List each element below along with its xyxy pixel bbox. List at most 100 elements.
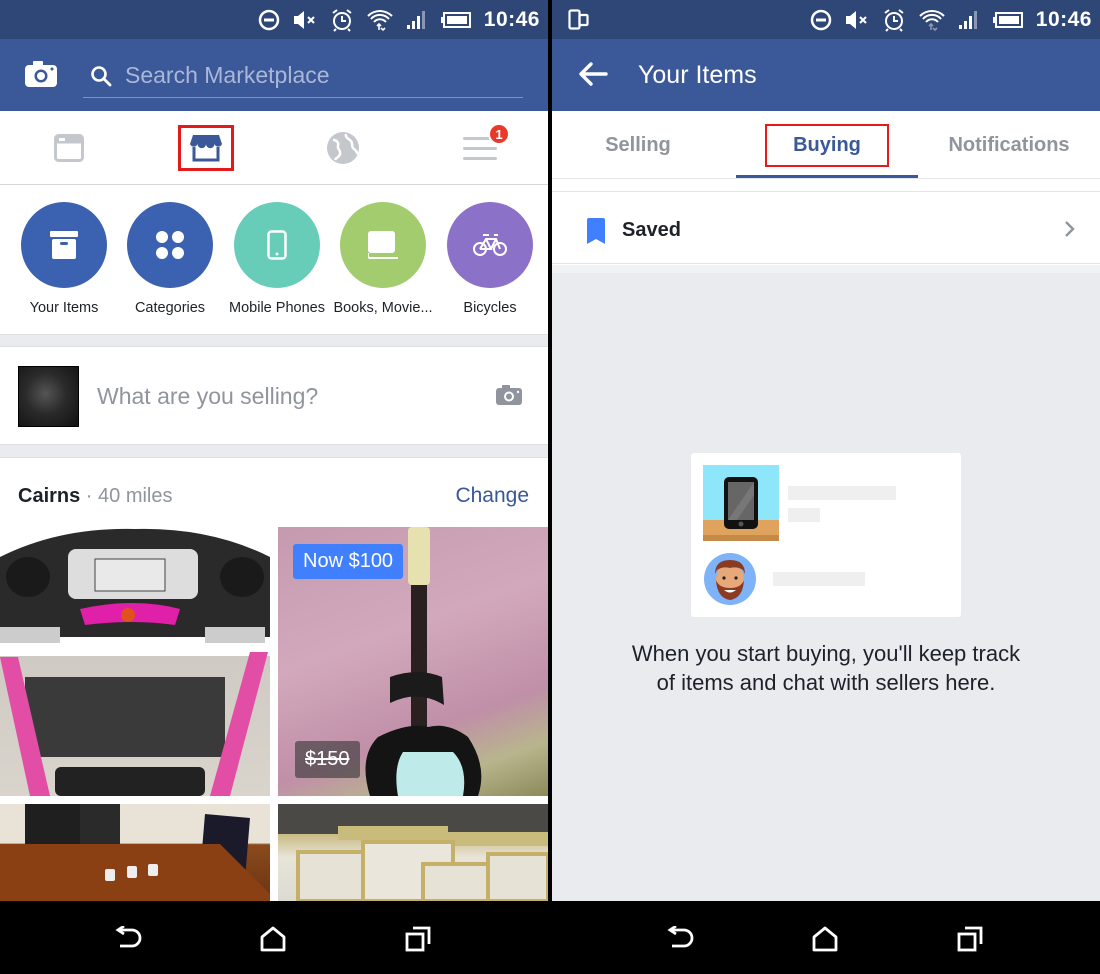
empty-state-illustration bbox=[691, 453, 961, 617]
newsfeed-icon bbox=[54, 134, 84, 162]
status-bar: 10:46 bbox=[0, 0, 548, 39]
category-label: Your Items bbox=[29, 300, 99, 316]
category-row: Your Items Categories Mobile Phones Book… bbox=[0, 186, 548, 334]
tab-marketplace[interactable] bbox=[178, 125, 234, 171]
tab-selling[interactable]: Selling bbox=[552, 111, 724, 179]
section-divider bbox=[0, 334, 548, 347]
user-avatar bbox=[18, 366, 79, 427]
home-icon bbox=[260, 926, 286, 952]
camera-button[interactable] bbox=[25, 61, 57, 92]
table-photo bbox=[0, 804, 270, 901]
category-circle bbox=[447, 202, 533, 288]
mute-icon bbox=[293, 10, 315, 29]
camera-icon bbox=[496, 385, 522, 405]
recent-apps-icon bbox=[405, 926, 431, 952]
distance-label: · 40 miles bbox=[80, 485, 173, 507]
mute-icon bbox=[845, 10, 867, 29]
sell-composer[interactable]: What are you selling? bbox=[0, 347, 548, 444]
original-price-badge: $150 bbox=[295, 741, 360, 778]
clock: 10:46 bbox=[483, 7, 540, 31]
placeholder-bar bbox=[788, 486, 896, 500]
back-nav-button[interactable] bbox=[662, 921, 698, 957]
listing-treadmill[interactable] bbox=[0, 527, 270, 796]
battery-icon bbox=[992, 11, 1023, 28]
tab-label: Buying bbox=[765, 123, 889, 167]
category-circle bbox=[21, 202, 107, 288]
page-title: Your Items bbox=[638, 61, 757, 89]
tab-label: Notifications bbox=[948, 133, 1070, 156]
category-circle bbox=[127, 202, 213, 288]
empty-state: When you start buying, you'll keep track… bbox=[552, 265, 1100, 901]
active-tab-indicator bbox=[736, 175, 918, 178]
category-label: Bicycles bbox=[463, 300, 517, 316]
category-label: Mobile Phones bbox=[229, 300, 325, 316]
placeholder-bar bbox=[788, 508, 820, 522]
status-bar: 10:46 bbox=[552, 0, 1100, 39]
camera-icon bbox=[25, 61, 57, 87]
book-icon bbox=[368, 231, 398, 259]
category-circle bbox=[234, 202, 320, 288]
category-bicycles[interactable]: Bicycles bbox=[437, 202, 543, 316]
category-circle bbox=[340, 202, 426, 288]
location-row: Cairns · 40 miles Change bbox=[0, 458, 548, 526]
back-nav-button[interactable] bbox=[110, 921, 146, 957]
screen-mirror-icon bbox=[568, 9, 589, 30]
signal-icon bbox=[958, 10, 977, 29]
seller-avatar-illustration bbox=[704, 553, 756, 605]
do-not-disturb-icon bbox=[810, 9, 832, 30]
recent-apps-icon bbox=[957, 926, 983, 952]
notification-badge: 1 bbox=[488, 123, 510, 145]
empty-state-message: When you start buying, you'll keep track… bbox=[631, 641, 1021, 695]
search-bar[interactable] bbox=[83, 57, 523, 98]
phone-icon bbox=[267, 230, 287, 260]
back-icon bbox=[667, 926, 694, 948]
clock: 10:46 bbox=[1035, 7, 1092, 31]
chevron-right-icon bbox=[1065, 221, 1075, 237]
box-icon bbox=[50, 231, 78, 259]
alarm-icon bbox=[332, 8, 352, 32]
search-icon bbox=[91, 66, 112, 87]
section-divider bbox=[0, 444, 548, 458]
change-location-link[interactable]: Change bbox=[455, 484, 529, 508]
home-nav-button[interactable] bbox=[255, 921, 291, 957]
wifi-icon bbox=[919, 9, 945, 31]
arrow-left-icon bbox=[579, 62, 608, 86]
alarm-icon bbox=[884, 8, 904, 32]
marketplace-screen: 10:46 1 Your Items bbox=[0, 0, 548, 974]
globe-icon bbox=[327, 132, 359, 164]
back-button[interactable] bbox=[578, 61, 608, 92]
category-books-movies[interactable]: Books, Movie... bbox=[330, 202, 436, 316]
listing-guitar[interactable]: Now $100 $150 bbox=[278, 527, 548, 796]
home-nav-button[interactable] bbox=[807, 921, 843, 957]
marketplace-store-icon bbox=[190, 135, 222, 162]
system-nav-bar bbox=[552, 901, 1100, 974]
tab-notifications[interactable]: Notifications bbox=[918, 111, 1100, 179]
city-name: Cairns bbox=[18, 485, 81, 507]
tab-buying[interactable]: Buying bbox=[736, 111, 918, 179]
do-not-disturb-icon bbox=[258, 9, 280, 30]
category-mobile-phones[interactable]: Mobile Phones bbox=[224, 202, 330, 316]
saved-label: Saved bbox=[622, 219, 681, 241]
composer-prompt[interactable]: What are you selling? bbox=[97, 383, 318, 410]
home-icon bbox=[812, 926, 838, 952]
listing-dining-table[interactable] bbox=[0, 804, 270, 901]
recents-nav-button[interactable] bbox=[400, 921, 436, 957]
category-your-items[interactable]: Your Items bbox=[11, 202, 117, 316]
recents-nav-button[interactable] bbox=[952, 921, 988, 957]
tab-globe[interactable] bbox=[315, 125, 371, 171]
placeholder-bar bbox=[773, 572, 865, 586]
grid-dots-icon bbox=[156, 231, 184, 259]
signal-icon bbox=[406, 10, 425, 29]
marketplace-header bbox=[0, 39, 548, 111]
your-items-tabs: Selling Buying Notifications bbox=[552, 111, 1100, 179]
saved-items-row[interactable]: Saved bbox=[552, 192, 1100, 264]
phone-listing-illustration bbox=[703, 465, 779, 541]
battery-icon bbox=[440, 11, 471, 28]
tab-news-feed[interactable] bbox=[41, 125, 97, 171]
category-categories[interactable]: Categories bbox=[117, 202, 223, 316]
listing-picture-frames[interactable] bbox=[278, 804, 548, 901]
search-input[interactable] bbox=[125, 59, 505, 91]
tab-menu[interactable]: 1 bbox=[452, 123, 510, 171]
bicycle-icon bbox=[473, 234, 507, 256]
add-photo-button[interactable] bbox=[496, 385, 522, 410]
